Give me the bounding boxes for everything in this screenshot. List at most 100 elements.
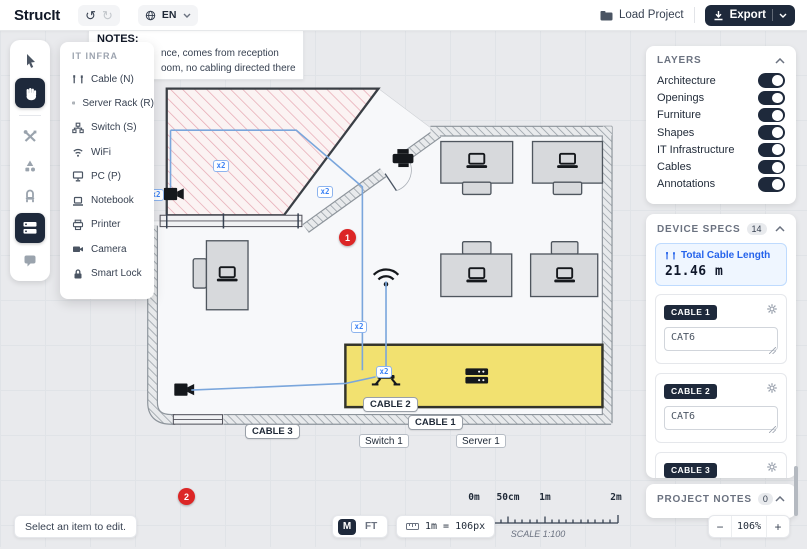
layer-label: IT Infrastructure <box>657 144 734 156</box>
top-toolbar: StrucIt ↺ ↻ EN Load Project Export <box>0 0 807 31</box>
gear-icon[interactable] <box>766 303 778 315</box>
flyout-item-notebook[interactable]: Notebook <box>60 188 154 212</box>
sidebar-scrollbar[interactable] <box>794 466 798 516</box>
unit-m-button[interactable]: M <box>338 519 356 535</box>
flyout-item-printer[interactable]: Printer <box>60 213 154 237</box>
wifi-icon <box>72 146 84 158</box>
switch1-label[interactable]: Switch 1 <box>359 434 409 448</box>
svg-text:0m: 0m <box>468 492 480 503</box>
unit-ft-button[interactable]: FT <box>360 521 382 532</box>
layers-title: LAYERS <box>657 55 701 66</box>
cable3-label[interactable]: CABLE 3 <box>245 424 300 439</box>
server1-label[interactable]: Server 1 <box>456 434 506 448</box>
total-cable-length-label: Total Cable Length <box>681 250 770 261</box>
layer-toggle-openings[interactable] <box>758 91 785 106</box>
walls-tool-button[interactable] <box>16 123 44 149</box>
notes-line: oom, no cabling directed there <box>161 63 296 74</box>
cable-multiplier-pill[interactable]: x2 <box>351 321 367 333</box>
chevron-down-icon[interactable] <box>779 13 787 18</box>
layer-label: Openings <box>657 92 704 104</box>
layers-panel: LAYERS Architecture Openings Furniture S… <box>646 46 796 204</box>
layers-header[interactable]: LAYERS <box>646 46 796 72</box>
cable2-label[interactable]: CABLE 2 <box>363 397 418 412</box>
redo-button[interactable]: ↻ <box>102 9 113 22</box>
wifi-plan-icon <box>374 270 399 287</box>
cable-multiplier-pill[interactable]: x2 <box>213 160 229 172</box>
project-notes-header[interactable]: PROJECT NOTES 0 <box>646 484 796 511</box>
language-selector[interactable]: EN <box>138 5 198 26</box>
unit-toggle: M FT <box>332 515 388 538</box>
shapes-tool-button[interactable] <box>16 153 44 179</box>
gear-icon[interactable] <box>766 461 778 473</box>
chevron-up-icon[interactable] <box>775 226 785 232</box>
printer-icon <box>72 219 84 231</box>
flyout-item-label: WiFi <box>91 147 111 158</box>
load-project-label: Load Project <box>619 9 684 21</box>
project-notes-title: PROJECT NOTES <box>657 494 752 505</box>
furniture-tool-button[interactable] <box>16 183 44 209</box>
load-project-button[interactable]: Load Project <box>600 9 684 21</box>
cable-type-input[interactable]: CAT6 <box>664 406 778 430</box>
it-infrastructure-tool-button[interactable] <box>15 213 45 243</box>
chevron-up-icon[interactable] <box>775 496 785 502</box>
select-tool-button[interactable] <box>16 48 44 74</box>
smart-lock-icon <box>72 268 84 280</box>
hand-icon <box>22 85 39 102</box>
scale-caption: SCALE 1:100 <box>511 529 566 539</box>
layer-label: Furniture <box>657 109 701 121</box>
device-specs-header[interactable]: DEVICE SPECS 14 <box>646 214 796 241</box>
flyout-item-pc[interactable]: PC (P) <box>60 164 154 188</box>
flyout-item-smart-lock[interactable]: Smart Lock <box>60 261 154 285</box>
zoom-out-button[interactable]: − <box>709 516 732 537</box>
layer-toggle-furniture[interactable] <box>758 108 785 123</box>
export-label: Export <box>730 9 766 21</box>
project-notes-count-badge: 0 <box>758 493 773 505</box>
layer-label: Cables <box>657 161 691 173</box>
device-specs-count-badge: 14 <box>747 223 767 235</box>
annotation-marker-2[interactable]: 2 <box>178 488 195 505</box>
resize-handle-icon[interactable] <box>769 347 776 354</box>
flyout-item-camera[interactable]: Camera <box>60 237 154 261</box>
layer-toggle-shapes[interactable] <box>758 125 785 140</box>
flyout-item-server-rack[interactable]: Server Rack (R) <box>60 91 154 115</box>
flyout-item-label: Smart Lock <box>91 268 142 279</box>
layer-label: Shapes <box>657 127 694 139</box>
export-button[interactable]: Export <box>705 5 795 26</box>
cable-type-input[interactable]: CAT6 <box>664 327 778 351</box>
layer-row: Cables <box>646 158 796 175</box>
zoom-in-button[interactable]: + <box>766 516 789 537</box>
folder-icon <box>600 10 613 21</box>
svg-text:1m: 1m <box>539 492 551 503</box>
total-cable-length-card: Total Cable Length 21.46 m <box>655 243 787 286</box>
layer-label: Architecture <box>657 75 716 87</box>
cable-icon <box>665 250 676 261</box>
flyout-item-cable[interactable]: Cable (N) <box>60 67 154 91</box>
layer-row: Annotations <box>646 176 796 193</box>
flyout-item-switch[interactable]: Switch (S) <box>60 116 154 140</box>
layer-toggle-architecture[interactable] <box>758 73 785 88</box>
layer-toggle-annotations[interactable] <box>758 177 785 192</box>
flyout-item-label: Switch (S) <box>91 122 137 133</box>
comment-tool-button[interactable] <box>16 247 44 273</box>
shapes-icon <box>22 158 38 174</box>
notes-line: nce, comes from reception <box>161 48 279 59</box>
toolbar-divider <box>694 7 695 23</box>
cable-multiplier-pill[interactable]: x2 <box>376 366 392 378</box>
chevron-up-icon[interactable] <box>775 58 785 64</box>
cable1-label[interactable]: CABLE 1 <box>408 415 463 430</box>
layer-row: IT Infrastructure <box>646 141 796 158</box>
resize-handle-icon[interactable] <box>769 426 776 433</box>
pan-tool-button[interactable] <box>15 78 45 108</box>
cable-multiplier-pill[interactable]: x2 <box>317 186 333 198</box>
pixel-scale-readout: 1m = 106px <box>396 515 495 538</box>
tool-divider <box>19 115 41 116</box>
flyout-title: IT INFRA <box>72 51 154 61</box>
layer-toggle-it-infrastructure[interactable] <box>758 143 785 158</box>
tool-strip <box>10 40 50 281</box>
flyout-item-wifi[interactable]: WiFi <box>60 140 154 164</box>
comment-icon <box>22 252 38 268</box>
annotation-marker-1[interactable]: 1 <box>339 229 356 246</box>
layer-toggle-cables[interactable] <box>758 160 785 175</box>
undo-button[interactable]: ↺ <box>85 9 96 22</box>
gear-icon[interactable] <box>766 382 778 394</box>
